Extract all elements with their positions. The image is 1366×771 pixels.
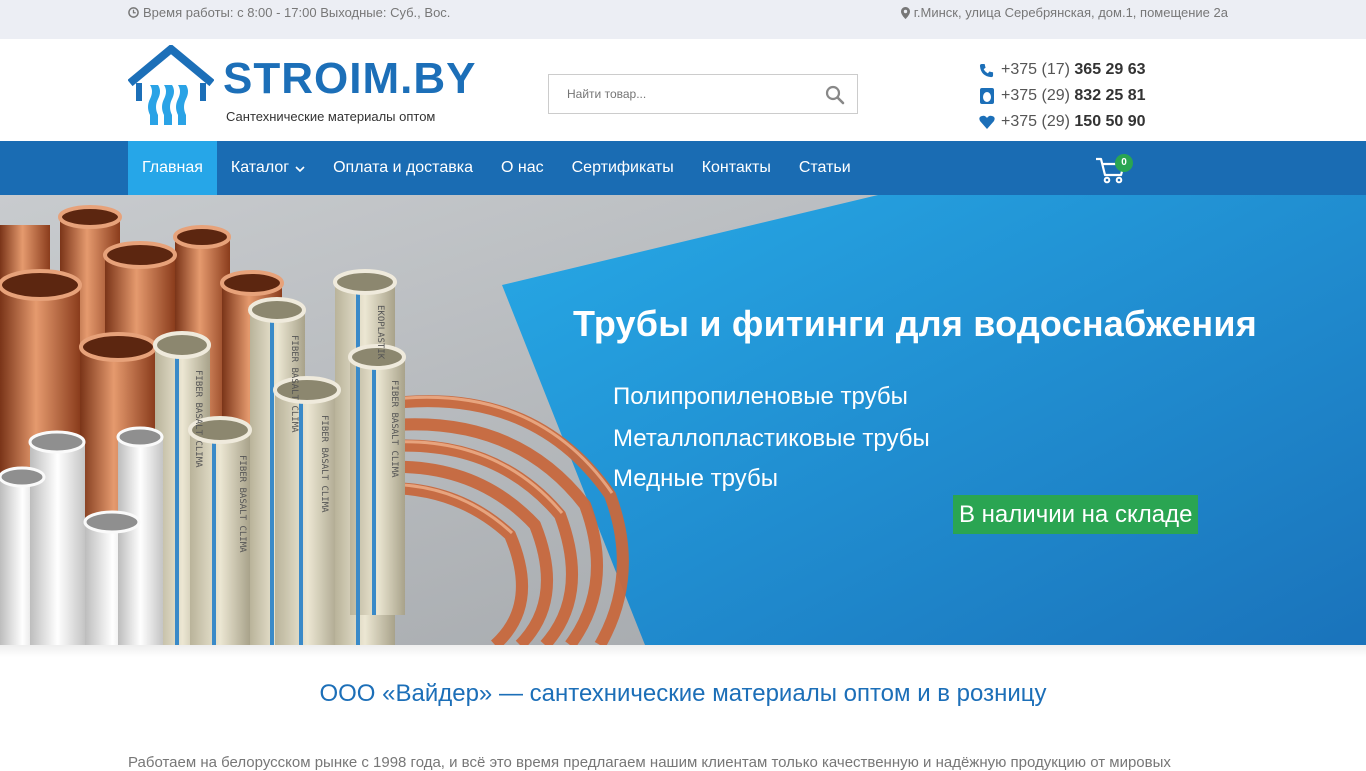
cart-count-badge: 0 <box>1115 154 1133 172</box>
nav-item-label: Контакты <box>701 159 771 176</box>
banner-item: Металлопластиковые трубы <box>613 425 930 452</box>
divider <box>0 645 1366 657</box>
phone-prefix: +375 (17) <box>1001 61 1075 78</box>
nav-item-label: Статьи <box>798 159 851 176</box>
search-icon[interactable] <box>825 85 845 105</box>
page-title: ООО «Вайдер» — сантехнические материалы … <box>319 680 1047 707</box>
nav-item-home[interactable]: Главная <box>128 141 217 195</box>
nav-item-label: Главная <box>142 159 203 176</box>
phone-row[interactable]: +375 (29) 150 50 90 <box>978 109 1146 135</box>
nav-item-certificates[interactable]: Сертификаты <box>558 141 688 195</box>
nav-item-label: О нас <box>500 159 544 176</box>
working-hours: Время работы: с 8:00 - 17:00 Выходные: С… <box>128 5 450 20</box>
phone-prefix: +375 (29) <box>1001 87 1075 104</box>
velcom-icon <box>978 114 995 131</box>
search-box <box>548 74 858 114</box>
nav-item-about[interactable]: О нас <box>487 141 558 195</box>
phone-row[interactable]: +375 (29) 832 25 81 <box>978 83 1146 109</box>
logo-name: STROIM.BY <box>223 54 477 103</box>
nav-item-articles[interactable]: Статьи <box>785 141 865 195</box>
phone-number: 365 29 63 <box>1074 61 1146 78</box>
map-marker-icon <box>900 6 910 19</box>
mts-icon <box>978 88 995 105</box>
phone-icon <box>978 62 995 79</box>
clock-icon <box>128 7 139 18</box>
pipe-print-text: FIBER BASALT CLIMA <box>289 335 299 433</box>
banner-item: Полипропиленовые трубы <box>613 383 908 410</box>
hero-banner[interactable]: FIBER BASALT CLIMA FIBER BASALT CLIMA FI… <box>0 195 1366 645</box>
banner-title: Трубы и фитинги для водоснабжения <box>573 303 1257 344</box>
nav-item-contacts[interactable]: Контакты <box>688 141 785 195</box>
logo-house-icon <box>128 45 214 125</box>
intro-text: Работаем на белорусском рынке с 1998 год… <box>128 754 1171 771</box>
phone-number: 150 50 90 <box>1074 113 1146 130</box>
top-bar: Время работы: с 8:00 - 17:00 Выходные: С… <box>0 0 1366 39</box>
in-stock-badge: В наличии на складе <box>953 495 1199 534</box>
nav-item-label: Каталог <box>230 159 290 176</box>
phone-list: +375 (17) 365 29 63 +375 (29) 832 25 81 … <box>978 57 1146 135</box>
working-hours-text: Время работы: с 8:00 - 17:00 Выходные: С… <box>143 5 451 20</box>
address: г.Минск, улица Серебрянская, дом.1, поме… <box>900 5 1228 20</box>
chevron-down-icon <box>295 159 305 177</box>
main-nav: Главная Каталог Оплата и доставка О нас … <box>0 141 1366 195</box>
phone-prefix: +375 (29) <box>1001 113 1075 130</box>
pipe-print-text: FIBER BASALT CLIMA <box>237 455 247 553</box>
phone-row[interactable]: +375 (17) 365 29 63 <box>978 57 1146 83</box>
pipe-print-text: EKOPLASTIK <box>375 305 385 360</box>
pipe-print-text: FIBER BASALT CLIMA <box>319 415 329 513</box>
header: STROIM.BY Сантехнические материалы оптом… <box>0 39 1366 141</box>
pipe-print-text: FIBER BASALT CLIMA <box>193 370 203 468</box>
logo[interactable]: STROIM.BY Сантехнические материалы оптом <box>128 45 488 131</box>
nav-item-label: Оплата и доставка <box>333 159 473 176</box>
search-input[interactable] <box>549 75 809 113</box>
banner-item: Медные трубы <box>613 465 778 492</box>
nav-item-catalog[interactable]: Каталог <box>217 141 319 195</box>
cart-button[interactable]: 0 <box>1094 151 1134 187</box>
nav-item-payment-delivery[interactable]: Оплата и доставка <box>319 141 487 195</box>
logo-tagline: Сантехнические материалы оптом <box>226 109 436 124</box>
banner-pipes-image: FIBER BASALT CLIMA FIBER BASALT CLIMA FI… <box>0 195 1366 645</box>
pipe-print-text: FIBER BASALT CLIMA <box>389 380 399 478</box>
nav-item-label: Сертификаты <box>571 159 674 176</box>
phone-number: 832 25 81 <box>1074 87 1146 104</box>
address-text: г.Минск, улица Серебрянская, дом.1, поме… <box>913 5 1228 20</box>
